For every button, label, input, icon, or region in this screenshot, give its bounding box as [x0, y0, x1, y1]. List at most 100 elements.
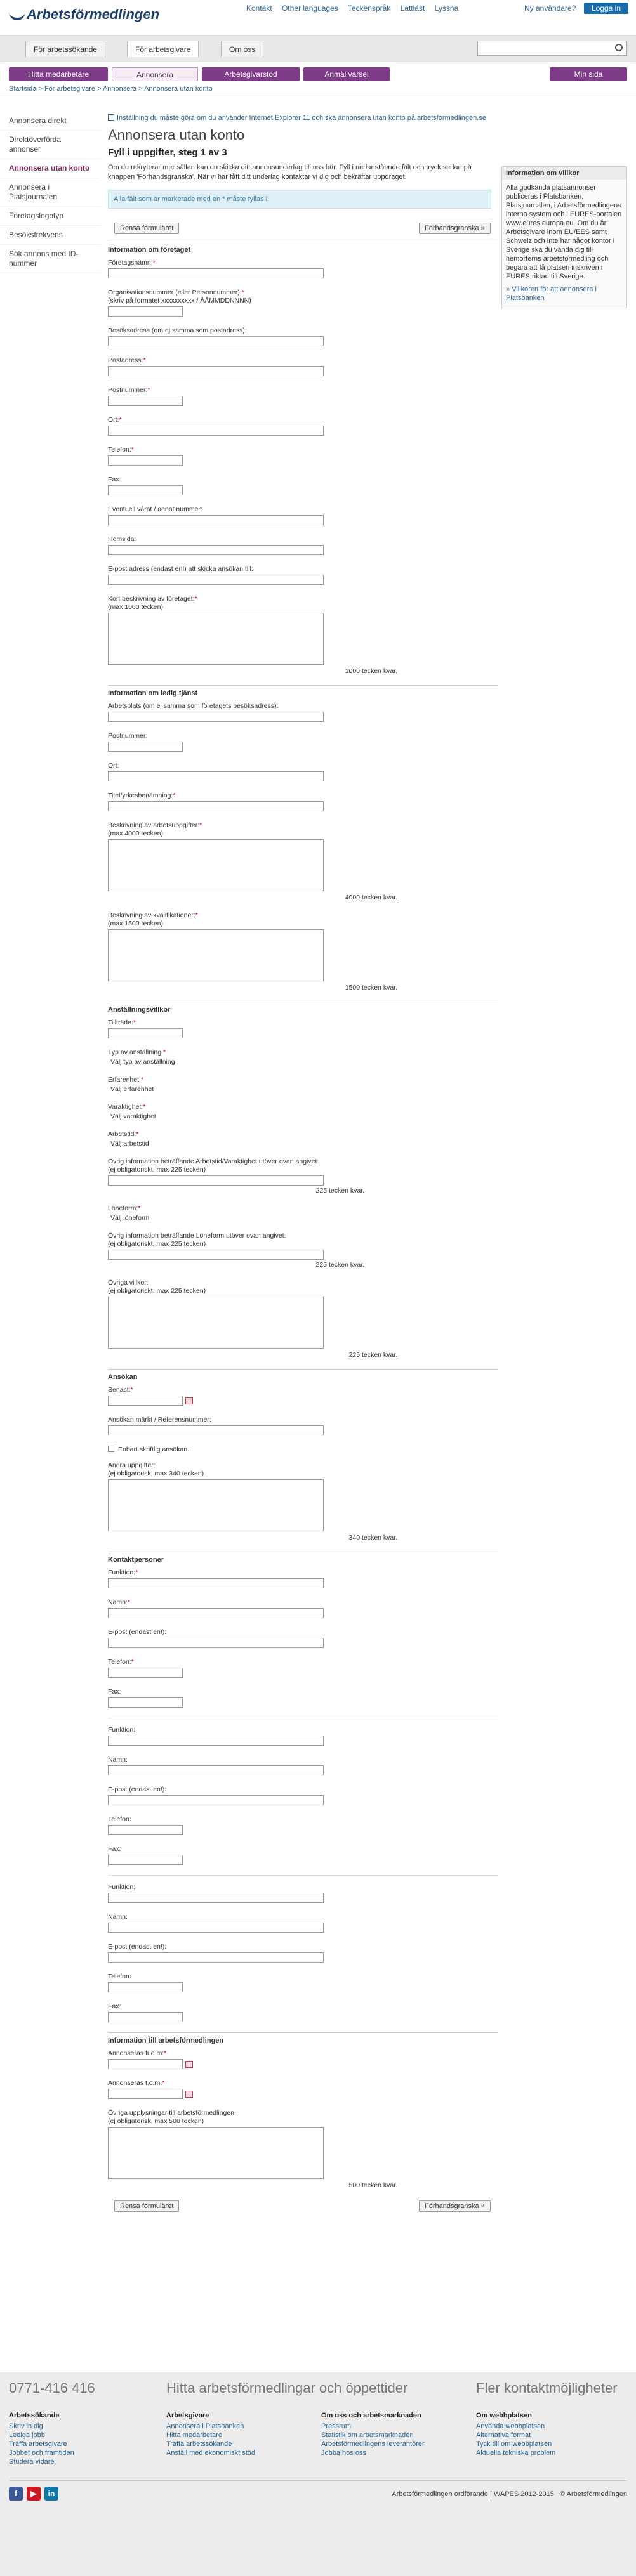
tab-arbetsgivare[interactable]: För arbetsgivare: [127, 41, 199, 57]
qual-textarea[interactable]: [108, 929, 324, 981]
af-other-textarea[interactable]: [108, 2127, 324, 2179]
calendar-icon[interactable]: [185, 2060, 193, 2068]
contact1-func-field[interactable]: [108, 1578, 324, 1588]
contact1-email-field[interactable]: [108, 1638, 324, 1648]
contact3-fax-field[interactable]: [108, 2012, 183, 2022]
job-city-field[interactable]: [108, 771, 324, 781]
calendar-icon[interactable]: [185, 2090, 193, 2098]
workplace-field[interactable]: [108, 712, 324, 722]
sidebar-item-sok-id[interactable]: Sök annons med ID-nummer: [0, 245, 100, 273]
orgnr-field[interactable]: [108, 306, 183, 317]
contact2-fax-field[interactable]: [108, 1855, 183, 1865]
footer-more-contact[interactable]: Fler kontaktmöjligheter: [476, 2380, 618, 2396]
footer-link[interactable]: Använda webbplatsen: [476, 2422, 622, 2431]
footer-link[interactable]: Träffa arbetsgivare: [9, 2440, 155, 2449]
subnav-annonsera[interactable]: Annonsera: [112, 67, 198, 81]
sidebar-item-logotyp[interactable]: Företagslogotyp: [0, 207, 100, 226]
type-select[interactable]: Välj typ av anställning: [108, 1058, 498, 1066]
ie-notice[interactable]: Inställning du måste göra om du använder…: [108, 114, 498, 122]
city-field[interactable]: [108, 426, 324, 436]
subnav-arbetsgivarstod[interactable]: Arbetsgivarstöd: [202, 67, 300, 81]
sidebar-item-besoksfrekvens[interactable]: Besöksfrekvens: [0, 226, 100, 245]
search-icon[interactable]: [615, 44, 623, 51]
contact2-name-field[interactable]: [108, 1765, 324, 1775]
time-select[interactable]: Välj arbetstid: [108, 1140, 498, 1147]
search-input[interactable]: [478, 41, 610, 55]
footer-link[interactable]: Anställ med ekonomiskt stöd: [166, 2449, 312, 2457]
login-button[interactable]: Logga in: [584, 3, 628, 14]
link-kontakt[interactable]: Kontakt: [246, 4, 272, 13]
calendar-icon[interactable]: [185, 1397, 193, 1404]
terms-link[interactable]: » Villkoren för att annonsera i Platsban…: [502, 285, 626, 308]
linkedin-icon[interactable]: in: [44, 2487, 58, 2501]
contact3-name-field[interactable]: [108, 1923, 324, 1933]
from-field[interactable]: [108, 2059, 183, 2069]
footer-link[interactable]: Statistik om arbetsmarknaden: [321, 2431, 467, 2440]
footer-link[interactable]: Pressrum: [321, 2422, 467, 2431]
fax-field[interactable]: [108, 485, 183, 495]
subnav-hitta-medarbetare[interactable]: Hitta medarbetare: [9, 67, 108, 81]
tab-om-oss[interactable]: Om oss: [221, 41, 264, 57]
tasks-textarea[interactable]: [108, 839, 324, 891]
link-lyssna[interactable]: Lyssna: [435, 4, 459, 13]
footer-link[interactable]: Hitta medarbetare: [166, 2431, 312, 2440]
apply-other-textarea[interactable]: [108, 1479, 324, 1531]
access-field[interactable]: [108, 1028, 183, 1038]
exp-select[interactable]: Välj erfarenhet: [108, 1085, 498, 1093]
footer-link[interactable]: Jobbet och framtiden: [9, 2449, 155, 2457]
sidebar-item-utan-konto[interactable]: Annonsera utan konto: [0, 159, 100, 178]
footer-link[interactable]: Skriv in dig: [9, 2422, 155, 2431]
reset-button-bottom[interactable]: Rensa formuläret: [114, 2200, 180, 2212]
footer-link[interactable]: Alternativa format: [476, 2431, 622, 2440]
reset-button[interactable]: Rensa formuläret: [114, 223, 180, 234]
logo[interactable]: Arbetsförmedlingen: [9, 6, 159, 23]
mark-field[interactable]: [108, 1425, 324, 1435]
footer-find-offices[interactable]: Hitta arbetsförmedlingar och öppettider: [166, 2380, 407, 2396]
new-user-link[interactable]: Ny användare?: [524, 4, 576, 13]
contact3-phone-field[interactable]: [108, 1982, 183, 1992]
company-name-field[interactable]: [108, 268, 324, 278]
footer-link[interactable]: Arbetsförmedlingens leverantörer: [321, 2440, 467, 2449]
job-zip-field[interactable]: [108, 742, 183, 752]
other1-field[interactable]: [108, 1175, 324, 1186]
footer-link[interactable]: Jobba hos oss: [321, 2449, 467, 2457]
email-field[interactable]: [108, 575, 324, 585]
breadcrumb[interactable]: Startsida > För arbetsgivare > Annonsera…: [0, 82, 636, 96]
contact2-func-field[interactable]: [108, 1736, 324, 1746]
footer-link[interactable]: Studera vidare: [9, 2457, 155, 2466]
footer-link[interactable]: Träffa arbetssökande: [166, 2440, 312, 2449]
last-date-field[interactable]: [108, 1396, 183, 1406]
dur-select[interactable]: Välj varaktighet: [108, 1113, 498, 1120]
other2-field[interactable]: [108, 1250, 324, 1260]
ref-field[interactable]: [108, 515, 324, 525]
sidebar-item-annonsera-direkt[interactable]: Annonsera direkt: [0, 112, 100, 131]
contact2-email-field[interactable]: [108, 1795, 324, 1805]
written-only-row[interactable]: Enbart skriftlig ansökan.: [108, 1446, 498, 1454]
facebook-icon[interactable]: f: [9, 2487, 23, 2501]
web-field[interactable]: [108, 545, 324, 555]
contact1-name-field[interactable]: [108, 1608, 324, 1618]
zip-field[interactable]: [108, 396, 183, 406]
preview-button-bottom[interactable]: Förhandsgranska »: [419, 2200, 491, 2212]
link-other-languages[interactable]: Other languages: [282, 4, 338, 13]
contact2-phone-field[interactable]: [108, 1825, 183, 1835]
tab-arbetssokande[interactable]: För arbetssökande: [25, 41, 106, 57]
job-title-field[interactable]: [108, 801, 324, 811]
visit-address-field[interactable]: [108, 336, 324, 346]
contact1-phone-field[interactable]: [108, 1668, 183, 1678]
link-lattlast[interactable]: Lättläst: [401, 4, 425, 13]
footer-link[interactable]: Lediga jobb: [9, 2431, 155, 2440]
youtube-icon[interactable]: ▶: [27, 2487, 41, 2501]
link-teckensprak[interactable]: Teckenspråk: [348, 4, 390, 13]
footer-link[interactable]: Tyck till om webbplatsen: [476, 2440, 622, 2449]
other3-textarea[interactable]: [108, 1297, 324, 1349]
post-address-field[interactable]: [108, 366, 324, 376]
written-only-checkbox[interactable]: [108, 1446, 114, 1452]
to-field[interactable]: [108, 2089, 183, 2099]
phone-field[interactable]: [108, 455, 183, 466]
contact1-fax-field[interactable]: [108, 1697, 183, 1708]
sidebar-item-platsjournalen[interactable]: Annonsera i Platsjournalen: [0, 178, 100, 207]
contact3-email-field[interactable]: [108, 1952, 324, 1963]
footer-link[interactable]: Annonsera i Platsbanken: [166, 2422, 312, 2431]
preview-button[interactable]: Förhandsgranska »: [419, 223, 491, 234]
